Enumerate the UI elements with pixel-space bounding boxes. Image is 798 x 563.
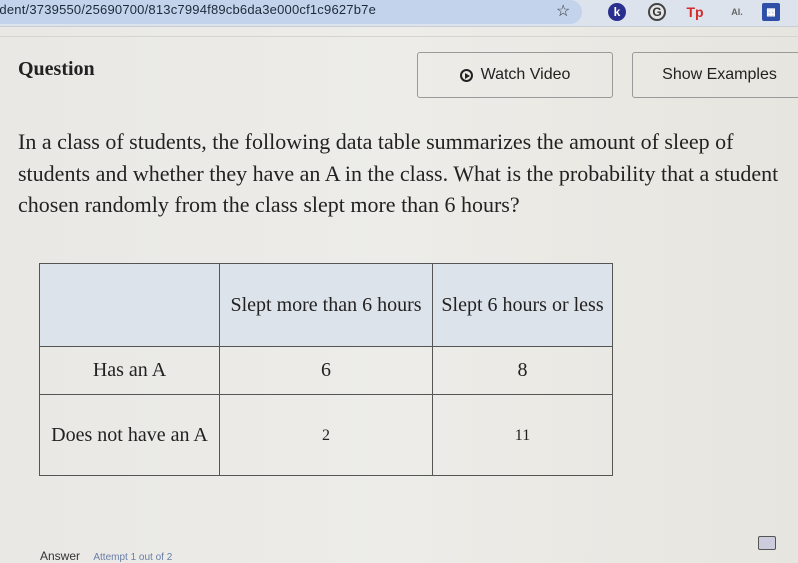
header-divider [0,36,798,37]
browser-toolbar: udent/3739550/25690700/813c7994f89cb6da3… [0,0,798,27]
attempt-text: Attempt 1 out of 2 [93,552,173,563]
table-header-row: Slept more than 6 hours Slept 6 hours or… [39,263,613,347]
question-heading: Question [18,58,95,80]
answer-section: Answer Attempt 1 out of 2 [40,549,172,563]
answer-label: Answer [40,549,81,563]
keyboard-icon[interactable] [758,536,776,550]
play-circle-icon [459,68,473,82]
table-header-cell: Slept 6 hours or less [432,263,613,347]
table-header-corner [39,263,220,347]
data-table: Slept more than 6 hours Slept 6 hours or… [39,263,613,476]
watch-video-label: Watch Video [480,66,571,83]
calendar-extension-icon[interactable]: ▦ [762,3,780,21]
table-cell: 6 [219,346,433,395]
question-text: In a class of students, the following da… [18,129,779,217]
show-examples-button[interactable]: Show Examples [632,52,798,98]
watch-video-button[interactable]: Watch Video [417,52,613,98]
row-label: Has an A [39,346,220,395]
g-extension-icon[interactable]: G [648,3,666,21]
bookmark-star-icon[interactable]: ☆ [556,1,570,21]
ai-extension-icon[interactable]: AI. [728,3,746,21]
address-bar[interactable]: udent/3739550/25690700/813c7994f89cb6da3… [0,0,582,24]
row-label: Does not have an A [39,394,220,476]
table-row: Does not have an A 2 11 [39,394,613,476]
table-cell: 11 [432,394,613,476]
table-cell: 2 [219,394,433,476]
table-cell: 8 [432,346,613,395]
url-text[interactable]: udent/3739550/25690700/813c7994f89cb6da3… [0,2,376,17]
tp-extension-icon[interactable]: Tp [686,3,704,21]
k-extension-icon[interactable]: k [608,3,626,21]
table-row: Has an A 6 8 [39,346,613,395]
show-examples-label: Show Examples [662,66,777,83]
table-header-cell: Slept more than 6 hours [219,263,433,347]
